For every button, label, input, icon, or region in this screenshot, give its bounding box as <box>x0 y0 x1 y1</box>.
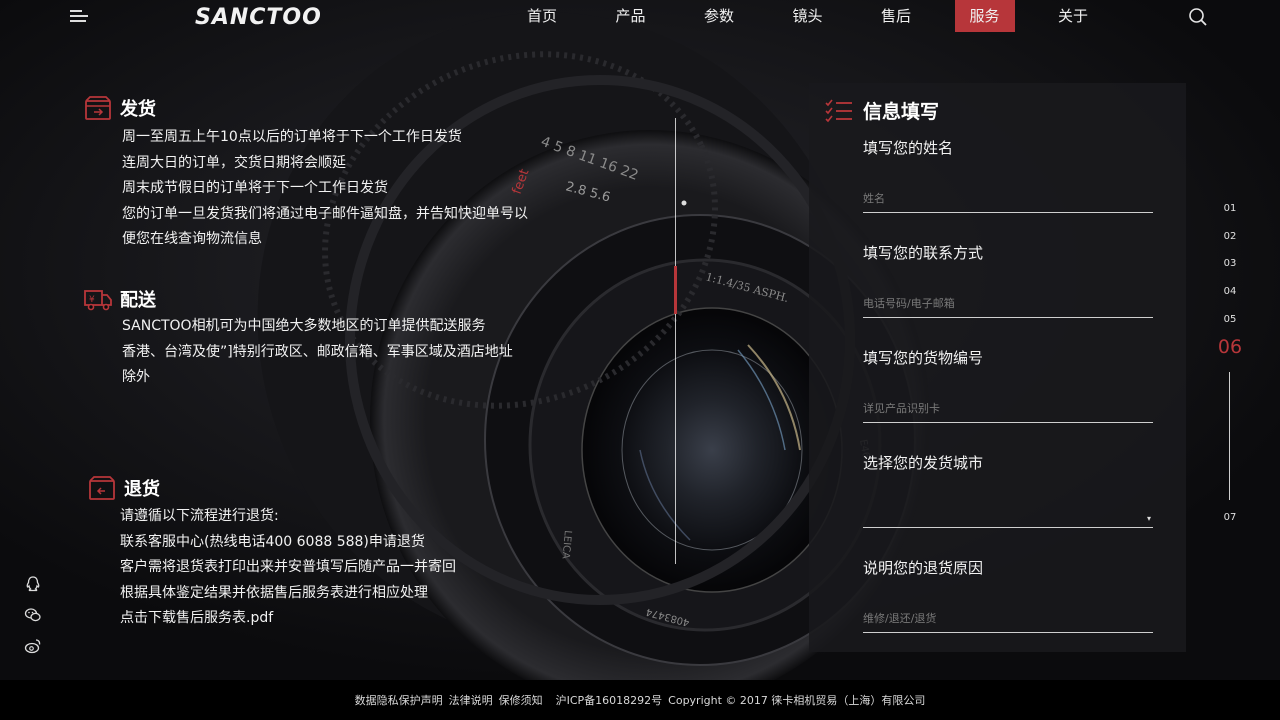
brand-logo[interactable]: SANCTOO <box>195 5 322 30</box>
page-dot-06-active[interactable]: 06 <box>1210 336 1250 358</box>
chevron-down-icon: ▾ <box>1146 514 1151 523</box>
reason-field: 说明您的退货原因 <box>863 557 1153 633</box>
shipping-line: 便您在线查询物流信息 <box>122 231 262 247</box>
shipping-section: 发货 周一至周五上午10点以后的订单将于下一个工作日发货 连周大日的订单，交货日… <box>84 95 528 253</box>
main-nav: 首页 产品 参数 镜头 售后 服务 关于 <box>512 0 1132 32</box>
info-form-panel: 信息填写 填写您的姓名 填写您的联系方式 填写您的货物编号 选择您的发货城市 ▾… <box>809 83 1186 652</box>
delivery-title: 配送 <box>120 290 156 311</box>
form-title: 信息填写 <box>863 101 940 123</box>
delivery-truck-icon: ¥ <box>84 290 112 311</box>
city-field: 选择您的发货城市 ▾ <box>863 452 1153 528</box>
search-icon[interactable] <box>1188 7 1208 27</box>
returns-line: 请遵循以下流程进行退货: <box>120 508 279 524</box>
name-input[interactable] <box>863 185 1153 213</box>
page-dot-07[interactable]: 07 <box>1210 512 1250 523</box>
qq-icon[interactable] <box>24 575 42 593</box>
pager-progress-line <box>1229 372 1230 500</box>
returns-title: 退货 <box>124 479 160 500</box>
shipping-line: 周末成节假日的订单将于下一个工作日发货 <box>122 180 388 196</box>
page-dot-04[interactable]: 04 <box>1210 286 1250 297</box>
delivery-line: SANCTOO相机可为中国绝大多数地区的订单提供配送服务 <box>122 318 486 334</box>
contact-input[interactable] <box>863 290 1153 318</box>
delivery-line: 除外 <box>122 369 150 385</box>
wechat-icon[interactable] <box>24 606 42 624</box>
page-dot-02[interactable]: 02 <box>1210 231 1250 242</box>
footer-copyright: Copyright © 2017 徕卡相机贸易（上海）有限公司 <box>668 694 926 707</box>
download-service-form-link[interactable]: 点击下载售后服务表.pdf <box>120 606 456 632</box>
nav-item-home[interactable]: 首页 <box>512 0 572 32</box>
checklist-icon <box>825 99 852 122</box>
return-box-icon <box>89 476 115 500</box>
page-dot-01[interactable]: 01 <box>1210 203 1250 214</box>
nav-item-lenses[interactable]: 镜头 <box>778 0 838 32</box>
city-label: 选择您的发货城市 <box>863 454 984 472</box>
shipping-title: 发货 <box>120 99 156 120</box>
footer-legal-link[interactable]: 法律说明 <box>449 692 493 708</box>
delivery-line: 香港、台湾及使”]特别行政区、邮政信箱、军事区域及酒店地址 <box>122 343 513 360</box>
footer-warranty-link[interactable]: 保修须知 <box>499 692 543 708</box>
nav-item-after-sales[interactable]: 售后 <box>866 0 926 32</box>
page-dot-05[interactable]: 05 <box>1210 314 1250 325</box>
product-number-label: 填写您的货物编号 <box>863 349 984 367</box>
footer-icp: 沪ICP备16018292号 <box>555 694 663 707</box>
returns-line: 根据具体鉴定结果并依据售后服务表进行相应处理 <box>120 584 428 601</box>
page-dot-03[interactable]: 03 <box>1210 258 1250 269</box>
contact-label: 填写您的联系方式 <box>863 244 984 262</box>
returns-section: 退货 请遵循以下流程进行退货: 联系客服中心(热线电话400 6088 588)… <box>88 475 456 632</box>
weibo-icon[interactable] <box>24 637 42 655</box>
shipping-line: 周一至周五上午10点以后的订单将于下一个工作日发货 <box>122 129 462 145</box>
svg-text:¥: ¥ <box>89 295 95 305</box>
returns-line: 客户需将退货表打印出来并安普填写后随产品一并寄回 <box>120 559 456 575</box>
city-select[interactable]: ▾ <box>863 500 1153 528</box>
top-header: SANCTOO 首页 产品 参数 镜头 售后 服务 关于 <box>0 0 1280 40</box>
product-number-field: 填写您的货物编号 <box>863 347 1153 423</box>
product-number-input[interactable] <box>863 395 1153 423</box>
nav-item-service[interactable]: 服务 <box>954 0 1015 32</box>
name-label: 填写您的姓名 <box>863 139 954 157</box>
reason-label: 说明您的退货原因 <box>863 559 984 577</box>
shipping-box-icon <box>85 96 111 120</box>
hamburger-menu-icon[interactable] <box>70 10 90 24</box>
shipping-line: 连周大日的订单，交货日期将会顺延 <box>122 154 346 171</box>
name-field: 填写您的姓名 <box>863 137 1153 213</box>
nav-item-about[interactable]: 关于 <box>1043 0 1103 32</box>
site-footer: 数据隐私保护声明 法律说明 保修须知 沪ICP备16018292号 Copyri… <box>0 680 1280 720</box>
delivery-section: ¥ 配送 SANCTOO相机可为中国绝大多数地区的订单提供配送服务 香港、台湾及… <box>84 286 513 391</box>
shipping-line: 您的订单一旦发货我们将通过电子邮件逼知盘，并告知快迎单号以 <box>122 205 528 222</box>
reason-input[interactable] <box>863 605 1153 633</box>
returns-line: 联系客服中心(热线电话400 6088 588)申请退货 <box>120 533 425 550</box>
content-divider <box>674 118 677 564</box>
nav-item-specs[interactable]: 参数 <box>689 0 749 32</box>
contact-field: 填写您的联系方式 <box>863 242 1153 318</box>
footer-privacy-link[interactable]: 数据隐私保护声明 <box>355 692 443 708</box>
divider-accent <box>674 266 677 314</box>
nav-item-products[interactable]: 产品 <box>601 0 661 32</box>
